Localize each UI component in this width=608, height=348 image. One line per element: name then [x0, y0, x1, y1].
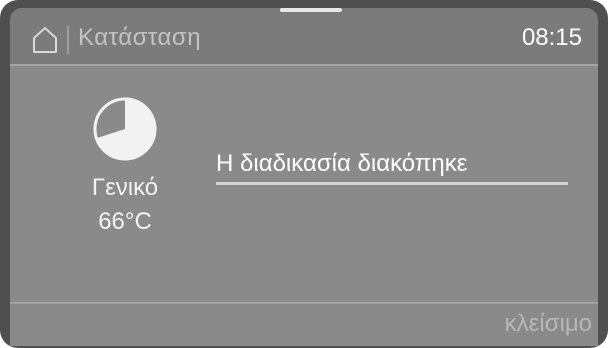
- progress-pie-icon: [93, 97, 157, 161]
- footer-divider: [10, 302, 598, 304]
- device-frame: Κατάσταση 08:15 Γενικό 66°C Η διαδικασία…: [0, 0, 608, 348]
- program-temperature: 66°C: [98, 208, 152, 235]
- clock: 08:15: [521, 24, 582, 51]
- program-name: Γενικό: [91, 174, 159, 201]
- message-underline: [216, 182, 568, 185]
- display-screen: Κατάσταση 08:15 Γενικό 66°C Η διαδικασία…: [10, 8, 598, 346]
- status-header: Κατάσταση 08:15: [10, 8, 598, 66]
- home-icon[interactable]: [32, 26, 58, 54]
- page-title: Κατάσταση: [78, 24, 202, 51]
- title-divider: [67, 26, 69, 54]
- pull-down-handle[interactable]: [280, 8, 342, 12]
- status-message: Η διαδικασία διακόπηκε: [216, 150, 468, 177]
- close-button[interactable]: κλείσιμο: [505, 310, 592, 338]
